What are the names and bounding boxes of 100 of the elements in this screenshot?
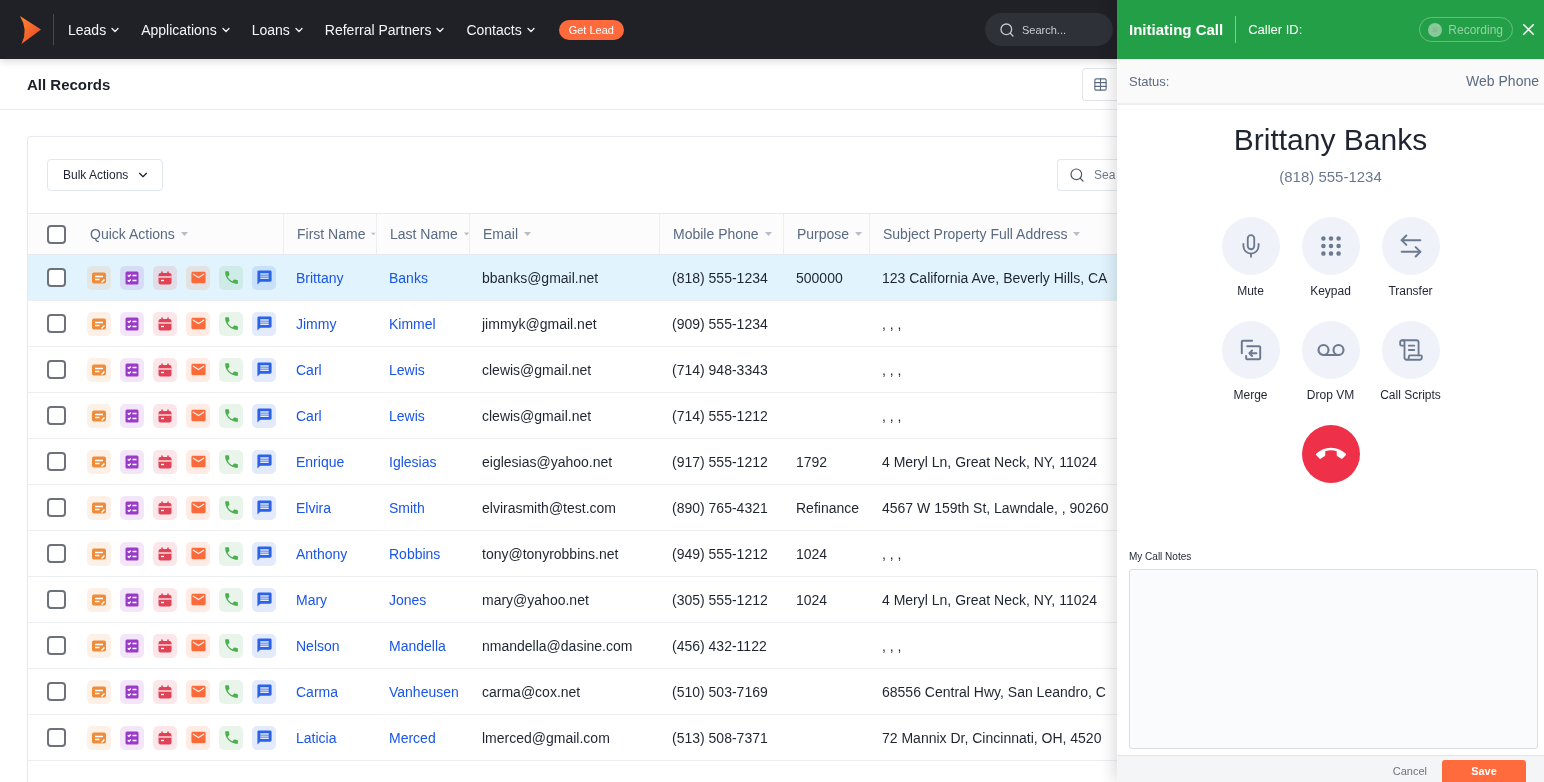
calendar-icon[interactable] [153,495,177,520]
last-name-link[interactable]: Banks [389,269,428,286]
select-all-checkbox[interactable] [47,224,66,244]
bulk-actions-button[interactable]: Bulk Actions [47,159,164,191]
chat-icon[interactable] [252,587,276,612]
phone-icon[interactable] [219,587,243,612]
checklist-icon[interactable] [120,633,144,658]
calendar-icon[interactable] [153,679,177,704]
checklist-icon[interactable] [120,495,144,520]
last-name-link[interactable]: Iglesias [389,453,437,470]
calendar-icon[interactable] [153,265,177,290]
phone-icon[interactable] [219,357,243,382]
hang-up-button[interactable] [1301,425,1360,483]
checklist-icon[interactable] [120,541,144,566]
note-icon[interactable] [87,633,111,658]
nav-menu-item[interactable]: Referral Partners [324,21,447,38]
nav-menu-item[interactable]: Contacts [466,21,537,38]
mail-icon[interactable] [186,679,210,704]
mail-icon[interactable] [186,357,210,382]
row-checkbox[interactable] [47,268,66,287]
note-icon[interactable] [87,403,111,428]
mail-icon[interactable] [186,403,210,428]
last-name-link[interactable]: Lewis [389,407,425,424]
phone-icon[interactable] [219,679,243,704]
mail-icon[interactable] [186,449,210,474]
calendar-icon[interactable] [153,403,177,428]
phone-icon[interactable] [219,541,243,566]
first-name-link[interactable]: Enrique [296,453,345,470]
first-name-link[interactable]: Carl [296,407,322,424]
mail-icon[interactable] [186,633,210,658]
row-checkbox[interactable] [47,360,66,379]
mail-icon[interactable] [186,587,210,612]
first-name-link[interactable]: Nelson [296,637,340,654]
checklist-icon[interactable] [120,725,144,750]
chat-icon[interactable] [252,449,276,474]
row-checkbox[interactable] [47,682,66,701]
last-name-link[interactable]: Kimmel [389,315,436,332]
phone-icon[interactable] [219,495,243,520]
first-name-link[interactable]: Anthony [296,545,348,562]
calendar-icon[interactable] [153,357,177,382]
table-view-button[interactable] [1082,67,1117,101]
nav-menu-item[interactable]: Applications [141,21,232,38]
first-name-link[interactable]: Jimmy [296,315,337,332]
chat-icon[interactable] [252,265,276,290]
phone-icon[interactable] [219,725,243,750]
chat-icon[interactable] [252,633,276,658]
chat-icon[interactable] [252,679,276,704]
column-header[interactable]: Email [469,214,659,254]
chat-icon[interactable] [252,311,276,336]
table-row[interactable]: Brittany Banks bbanks@gmail.net (818) 555-1234 500000 123 California Ave, Beverly Hills, CA [28,255,1117,301]
cancel-link[interactable]: Cancel [1392,765,1427,777]
chat-icon[interactable] [252,541,276,566]
last-name-link[interactable]: Lewis [389,361,425,378]
note-icon[interactable] [87,725,111,750]
row-checkbox[interactable] [47,590,66,609]
calendar-icon[interactable] [153,311,177,336]
first-name-link[interactable]: Carl [296,361,322,378]
phone-icon[interactable] [219,633,243,658]
checklist-icon[interactable] [120,265,144,290]
mail-icon[interactable] [186,311,210,336]
first-name-link[interactable]: Brittany [296,269,344,286]
chat-icon[interactable] [252,725,276,750]
last-name-link[interactable]: Smith [389,499,425,516]
mail-icon[interactable] [186,265,210,290]
mail-icon[interactable] [186,725,210,750]
note-icon[interactable] [87,495,111,520]
search-field[interactable]: Sea [1057,159,1117,191]
row-checkbox[interactable] [47,544,66,563]
checklist-icon[interactable] [120,357,144,382]
row-checkbox[interactable] [47,314,66,333]
first-name-link[interactable]: Mary [296,591,328,608]
checklist-icon[interactable] [120,403,144,428]
nav-menu-item[interactable]: Leads [68,21,122,38]
first-name-link[interactable]: Carma [296,683,338,700]
arrow-logo[interactable] [20,15,41,44]
call-notes-field[interactable] [1129,569,1538,749]
column-header[interactable]: Quick Actions [76,214,283,254]
chat-icon[interactable] [252,495,276,520]
mail-icon[interactable] [186,541,210,566]
column-header[interactable]: Last Name [376,214,469,254]
mail-icon[interactable] [186,495,210,520]
first-name-link[interactable]: Laticia [296,729,337,746]
column-header[interactable]: Mobile Phone [659,214,783,254]
nav-menu-item[interactable]: Loans [251,21,305,38]
last-name-link[interactable]: Vanheusen [389,683,459,700]
checklist-icon[interactable] [120,449,144,474]
row-checkbox[interactable] [47,498,66,517]
last-name-link[interactable]: Jones [389,591,427,608]
column-header[interactable]: Purpose [783,214,869,254]
calendar-icon[interactable] [153,725,177,750]
checklist-icon[interactable] [120,587,144,612]
row-checkbox[interactable] [47,452,66,471]
calendar-icon[interactable] [153,587,177,612]
note-icon[interactable] [87,311,111,336]
note-icon[interactable] [87,541,111,566]
row-checkbox[interactable] [47,636,66,655]
chat-icon[interactable] [252,357,276,382]
search-field[interactable]: Search... [985,13,1113,46]
last-name-link[interactable]: Mandella [389,637,446,654]
row-checkbox[interactable] [47,728,66,747]
